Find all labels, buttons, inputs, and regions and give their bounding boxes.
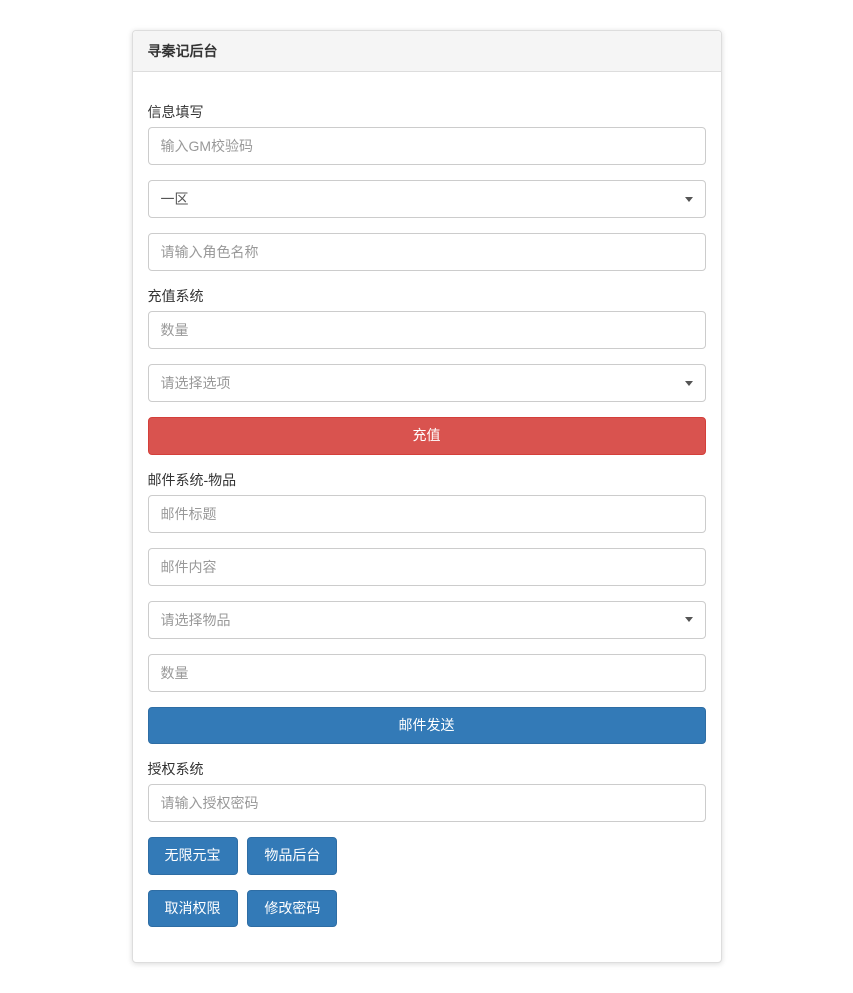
auth-password-input[interactable] [148, 784, 706, 822]
section-mail-label: 邮件系统-物品 [148, 470, 706, 490]
section-info-label: 信息填写 [148, 102, 706, 122]
role-name-input[interactable] [148, 233, 706, 271]
caret-down-icon [685, 617, 693, 622]
admin-panel: 寻秦记后台 信息填写 一区 充值系统 请选择选项 充值 邮件系统-物品 [132, 30, 722, 963]
section-recharge-label: 充值系统 [148, 286, 706, 306]
mail-item-select[interactable]: 请选择物品 [148, 601, 706, 639]
panel-title: 寻秦记后台 [148, 43, 218, 59]
mail-content-input[interactable] [148, 548, 706, 586]
gm-code-input[interactable] [148, 127, 706, 165]
panel-header: 寻秦记后台 [133, 31, 721, 72]
caret-down-icon [685, 197, 693, 202]
recharge-option-value: 请选择选项 [161, 373, 231, 393]
server-select-value: 一区 [161, 189, 189, 209]
caret-down-icon [685, 381, 693, 386]
change-password-button[interactable]: 修改密码 [247, 890, 337, 928]
item-backend-button[interactable]: 物品后台 [247, 837, 337, 875]
panel-body: 信息填写 一区 充值系统 请选择选项 充值 邮件系统-物品 请选择物品 [133, 72, 721, 962]
section-auth-label: 授权系统 [148, 759, 706, 779]
mail-quantity-input[interactable] [148, 654, 706, 692]
mail-title-input[interactable] [148, 495, 706, 533]
auth-button-group-2: 取消权限 修改密码 [148, 890, 706, 933]
recharge-option-select[interactable]: 请选择选项 [148, 364, 706, 402]
recharge-button[interactable]: 充值 [148, 417, 706, 455]
recharge-quantity-input[interactable] [148, 311, 706, 349]
mail-item-value: 请选择物品 [161, 610, 231, 630]
unlimited-gold-button[interactable]: 无限元宝 [148, 837, 238, 875]
cancel-permission-button[interactable]: 取消权限 [148, 890, 238, 928]
auth-button-group-1: 无限元宝 物品后台 [148, 837, 706, 880]
server-select[interactable]: 一区 [148, 180, 706, 218]
mail-send-button[interactable]: 邮件发送 [148, 707, 706, 745]
